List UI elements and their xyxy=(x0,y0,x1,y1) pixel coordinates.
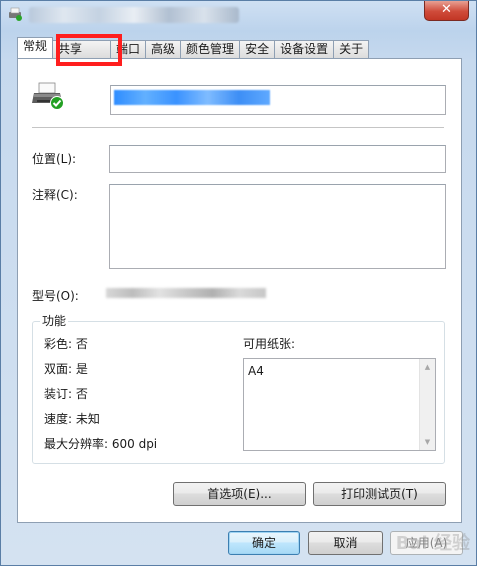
tab-about[interactable]: 关于 xyxy=(333,40,370,58)
tab-advanced[interactable]: 高级 xyxy=(145,40,182,58)
features-title: 功能 xyxy=(40,312,69,329)
feature-color: 彩色: 否 xyxy=(44,337,88,351)
tab-device-settings[interactable]: 设备设置 xyxy=(274,40,335,58)
printer-name-value: ████████████ xyxy=(114,90,270,105)
feature-max-resolution: 最大分辨率: 600 dpi xyxy=(44,437,158,451)
location-input[interactable] xyxy=(109,145,446,173)
cancel-button[interactable]: 取消 xyxy=(308,531,383,555)
separator xyxy=(32,127,444,128)
printer-name-field[interactable]: ████████████ xyxy=(110,85,446,115)
tab-general[interactable]: 常规 xyxy=(17,37,54,58)
ok-button[interactable]: 确定 xyxy=(228,531,300,555)
tab-security[interactable]: 安全 xyxy=(239,40,276,58)
paper-label: 可用纸张: xyxy=(243,337,296,351)
paper-listbox[interactable]: A4 ▲ ▼ xyxy=(243,358,436,451)
scroll-up-arrow-icon[interactable]: ▲ xyxy=(420,360,435,374)
close-button[interactable]: ✕ xyxy=(424,1,469,21)
model-label: 型号(O): xyxy=(32,289,79,303)
feature-speed: 速度: 未知 xyxy=(44,412,100,426)
apply-button[interactable]: 应用(A) xyxy=(390,531,463,555)
annotation-highlight-box xyxy=(56,34,122,66)
general-tab-panel: ████████████ 位置(L): 注释(C): 型号(O): ██████… xyxy=(17,58,462,523)
model-value: ██████████████ xyxy=(106,288,266,298)
comment-input[interactable] xyxy=(109,184,446,269)
comment-label: 注释(C): xyxy=(32,188,78,202)
tab-color-management[interactable]: 颜色管理 xyxy=(180,40,241,58)
print-test-page-button[interactable]: 打印测试页(T) xyxy=(313,482,446,506)
printer-properties-window: ████████████ ✕ 常规 共享 端口 高级 颜色管理 安全 设备设置 … xyxy=(0,0,477,566)
printer-icon xyxy=(32,82,64,110)
paper-scrollbar[interactable]: ▲ ▼ xyxy=(419,359,435,450)
paper-item-a4[interactable]: A4 xyxy=(248,364,264,378)
scroll-down-arrow-icon[interactable]: ▼ xyxy=(420,435,435,449)
printer-small-icon xyxy=(9,7,22,21)
location-label: 位置(L): xyxy=(32,152,77,166)
feature-staple: 装订: 否 xyxy=(44,387,88,401)
window-title: ████████████ xyxy=(29,7,239,23)
feature-duplex: 双面: 是 xyxy=(44,362,88,376)
preferences-button[interactable]: 首选项(E)... xyxy=(173,482,306,506)
title-bar[interactable]: ████████████ ✕ xyxy=(1,1,476,29)
